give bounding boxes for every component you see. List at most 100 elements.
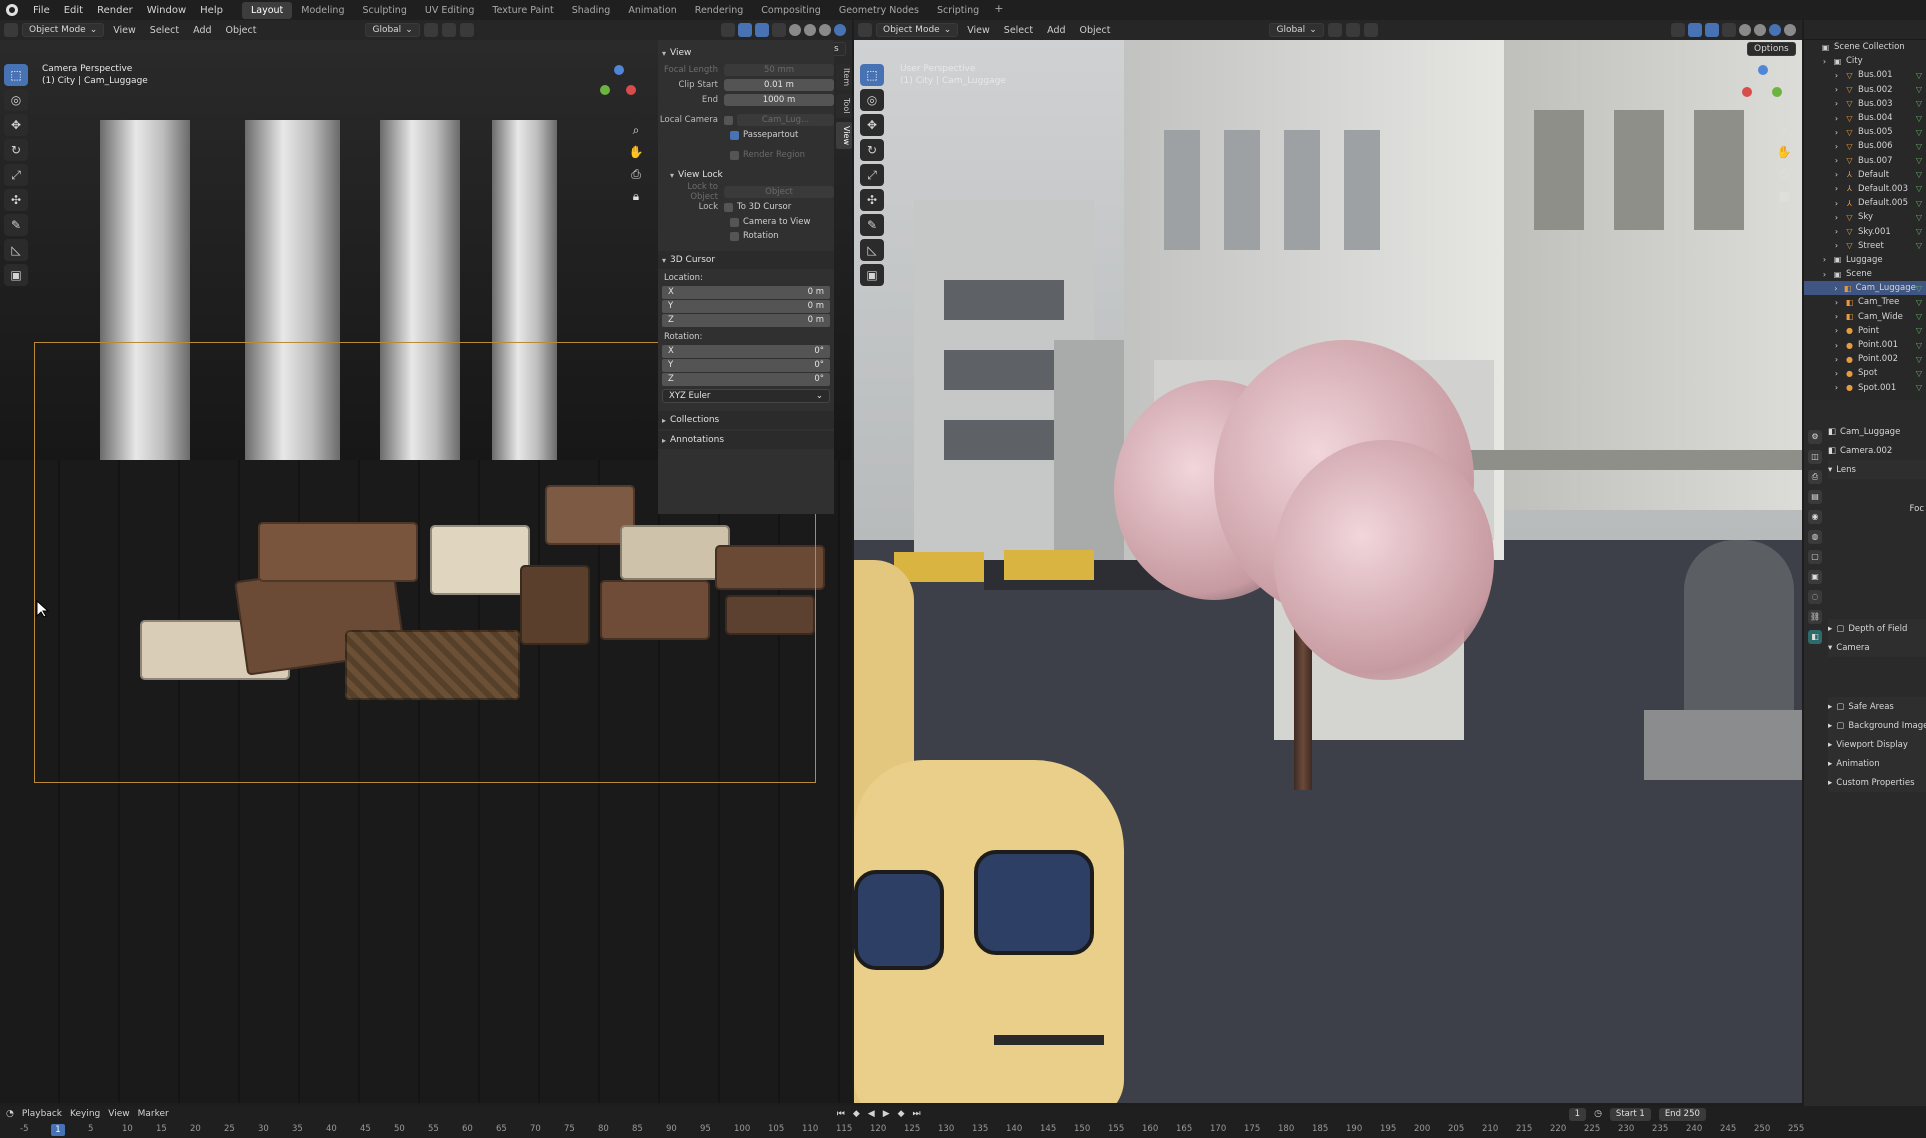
chevron-right-icon[interactable]: › [1832,355,1841,364]
tab-texture-paint[interactable]: Texture Paint [483,2,562,19]
menu-file[interactable]: File [26,5,57,16]
wireframe-shading-icon[interactable] [1739,24,1751,36]
depth-of-field-header[interactable]: ▸ ▢ Depth of Field [1828,619,1926,638]
chevron-right-icon[interactable]: › [1832,369,1841,378]
tab-item[interactable]: Item [836,64,852,91]
outliner-item[interactable]: › ⅄ Default ▽ [1804,168,1926,182]
outliner-item[interactable]: › ◧ Cam_Luggage ▽ [1804,281,1926,296]
menu-help[interactable]: Help [193,5,230,16]
annotate-tool-icon[interactable]: ✎ [4,214,28,236]
start-frame-field[interactable]: Start 1 [1609,1107,1651,1121]
outliner-item[interactable]: › ◧ Cam_Wide ▽ [1804,310,1926,324]
solid-shading-icon[interactable] [1754,24,1766,36]
select-menu[interactable]: Select [145,25,184,36]
tool-tab-icon[interactable]: ⚙ [1808,430,1822,444]
object-name-row[interactable]: ◧ Cam_Luggage [1828,422,1926,441]
camera-data-tab-icon[interactable]: ◧ [1808,630,1822,644]
snap-icon[interactable] [1345,23,1360,37]
3d-cursor-header[interactable]: ▾ 3D Cursor [658,251,834,269]
tab-tool[interactable]: Tool [836,94,852,118]
background-images-checkbox[interactable]: ▢ [1836,721,1844,731]
view-layer-tab-icon[interactable]: ▤ [1808,490,1822,504]
rotate-tool-icon[interactable]: ↻ [4,139,28,161]
outliner-item[interactable]: › ▽ Bus.001 ▽ [1804,68,1926,82]
data-icon[interactable]: ▽ [1916,199,1926,208]
data-icon[interactable]: ▽ [1916,142,1926,151]
data-icon[interactable]: ▽ [1916,128,1926,137]
chevron-right-icon[interactable]: › [1832,326,1841,335]
animation-header[interactable]: ▸ Animation [1828,754,1926,773]
render-tab-icon[interactable]: ◫ [1808,450,1822,464]
chevron-right-icon[interactable]: › [1832,156,1841,165]
view-menu[interactable]: View [108,25,141,36]
chevron-right-icon[interactable]: › [1832,99,1841,108]
lock-to-object-field[interactable]: Object [724,186,834,198]
gizmo-y-axis-icon[interactable] [600,85,610,95]
outliner-item[interactable]: › ▽ Bus.006 ▽ [1804,139,1926,153]
lens-header[interactable]: ▾ Lens [1828,460,1926,479]
add-menu[interactable]: Add [1042,25,1070,36]
chevron-right-icon[interactable]: › [1832,284,1840,293]
collections-header[interactable]: ▸ Collections [658,411,834,429]
render-region-checkbox[interactable] [730,150,739,160]
lock-3d-cursor-checkbox[interactable] [724,202,733,212]
visibility-icon[interactable] [1671,23,1685,37]
gizmo-x-axis-icon[interactable] [1742,87,1752,97]
outliner-item[interactable]: › ◧ Cam_Tree ▽ [1804,295,1926,309]
chevron-right-icon[interactable]: › [1820,255,1829,264]
keying-menu[interactable]: Keying [70,1109,100,1119]
passepartout-checkbox[interactable] [730,130,739,140]
end-frame-field[interactable]: End 250 [1658,1107,1706,1121]
timeline-editor-icon[interactable]: ◔ [6,1109,14,1119]
data-icon[interactable]: ▽ [1916,326,1926,335]
clip-start-field[interactable]: 0.01 m [724,79,834,91]
mode-select[interactable]: Object Mode ⌄ [876,23,959,37]
data-icon[interactable]: ▽ [1916,170,1926,179]
move-tool-icon[interactable]: ✥ [860,114,884,136]
local-camera-field[interactable]: Cam_Lug... [737,114,834,126]
xray-icon[interactable] [772,23,786,37]
measure-tool-icon[interactable]: ◺ [860,239,884,261]
tab-layout[interactable]: Layout [241,1,293,19]
zoom-icon[interactable]: ⌕ [1776,122,1792,138]
move-tool-icon[interactable]: ✥ [4,114,28,136]
chevron-right-icon[interactable]: › [1820,57,1829,66]
current-frame-field[interactable]: 1 [1568,1107,1587,1121]
menu-edit[interactable]: Edit [57,5,90,16]
overlay-toggle-icon[interactable] [1705,23,1719,37]
outliner-item[interactable]: ▣ Scene Collection [1804,40,1926,54]
camera-to-view-checkbox[interactable] [730,217,739,227]
zoom-icon[interactable]: ⌕ [628,122,644,138]
camera-view-icon[interactable]: ⎙ [1776,166,1792,182]
chevron-right-icon[interactable]: › [1832,298,1841,307]
tab-animation[interactable]: Animation [619,2,685,19]
safe-areas-header[interactable]: ▸ ▢ Safe Areas [1828,697,1926,716]
grid-view-icon[interactable]: ▦ [1776,188,1792,204]
cursor-tool-icon[interactable]: ◎ [860,89,884,111]
chevron-right-icon[interactable] [1808,43,1817,52]
orientation-select[interactable]: Global ⌄ [365,23,420,37]
cursor-location-y[interactable]: Y0 m [662,300,830,313]
gizmo-toggle-icon[interactable] [738,23,752,37]
outliner-item[interactable]: › ▽ Bus.003 ▽ [1804,97,1926,111]
tab-scripting[interactable]: Scripting [928,2,988,19]
pivot-icon[interactable] [1327,23,1342,37]
data-icon[interactable]: ▽ [1916,71,1926,80]
tab-view[interactable]: View [836,121,852,149]
local-camera-checkbox[interactable] [724,115,733,125]
lock-rotation-checkbox[interactable] [730,231,739,241]
select-box-tool-icon[interactable]: ⬚ [860,64,884,86]
camera-data-row[interactable]: ◧ Camera.002 [1828,441,1926,460]
jump-start-icon[interactable]: ⏮ [837,1109,845,1119]
frame-ruler[interactable]: -515101520253035404550556065707580859095… [0,1124,1804,1138]
outliner-item[interactable]: › ▽ Sky.001 ▽ [1804,224,1926,238]
playhead-marker[interactable]: 1 [51,1124,65,1136]
outliner-item[interactable]: › ● Spot ▽ [1804,366,1926,380]
outliner-item[interactable]: › ● Point.001 ▽ [1804,338,1926,352]
data-icon[interactable]: ▽ [1916,156,1926,165]
editor-type-icon[interactable] [858,23,872,37]
camera-view-icon[interactable]: ⎙ [628,166,644,182]
navigation-gizmo[interactable] [1742,65,1782,105]
outliner-item[interactable]: › ▣ Scene [1804,267,1926,281]
safe-areas-checkbox[interactable]: ▢ [1836,702,1844,712]
